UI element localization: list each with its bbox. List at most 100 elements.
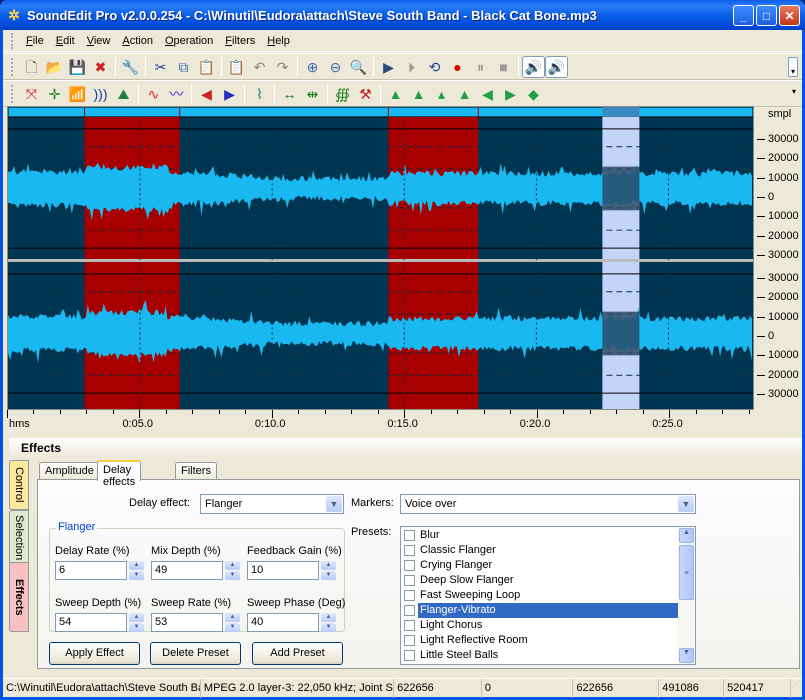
chevron-down-icon[interactable]: ▼ [326, 496, 342, 512]
toolbar-grip[interactable] [11, 57, 14, 76]
tab-amplitude[interactable]: Amplitude [39, 462, 100, 480]
preset-item[interactable]: Light Reflective Room [401, 633, 678, 648]
zoom-fit-button[interactable]: 🔍 [347, 56, 370, 78]
envelope-button[interactable]: ⌇ [248, 83, 271, 105]
preset-checkbox[interactable] [404, 575, 415, 586]
spin-up-icon[interactable]: ▲ [321, 613, 336, 622]
zoom-in-button[interactable]: ⊕ [301, 56, 324, 78]
compress-button[interactable]: ⇹ [301, 83, 324, 105]
sweep-phase-deg-input[interactable]: 40 [247, 613, 319, 632]
save-button[interactable]: 💾 [66, 56, 89, 78]
pause-button[interactable]: ⏸ [469, 56, 492, 78]
close-button[interactable]: ✕ [779, 5, 800, 26]
play-selection-button[interactable]: ⏵ [400, 56, 423, 78]
channel-swap-button[interactable]: ⤧ [20, 83, 43, 105]
copy-button[interactable]: ⧉ [172, 56, 195, 78]
time-ruler[interactable]: hms 0:05.0 0:10.0 0:15.0 0:20.0 0:25.0 [7, 410, 754, 436]
scroll-down-button[interactable]: ▼ [679, 648, 694, 663]
compress-dyn-button[interactable]: ▲ [453, 83, 476, 105]
preset-checkbox[interactable] [404, 620, 415, 631]
delete-preset-button[interactable]: Delete Preset [150, 642, 241, 665]
menu-view[interactable]: View [81, 35, 117, 47]
preset-item[interactable]: Deep Slow Flanger [401, 573, 678, 588]
feedback-gain-stepper[interactable]: ▲ ▼ [321, 561, 336, 580]
presets-list[interactable]: Blur Classic Flanger Crying Flanger Deep Sl… [400, 526, 696, 665]
scroll-up-button[interactable]: ▲ [679, 528, 694, 543]
resize-grip[interactable]: ⋰ [791, 679, 802, 697]
menu-operation[interactable]: Operation [159, 35, 219, 47]
sweep-depth-input[interactable]: 54 [55, 613, 127, 632]
close-file-button[interactable]: ✖ [89, 56, 112, 78]
preset-item[interactable]: Light Chorus [401, 618, 678, 633]
mix-button[interactable]: ⛰ [112, 83, 135, 105]
sweep-rate-input[interactable]: 53 [151, 613, 223, 632]
preset-checkbox[interactable] [404, 590, 415, 601]
minimize-button[interactable]: _ [733, 5, 754, 26]
normalize-button[interactable]: 📶 [66, 83, 89, 105]
presets-scrollbar[interactable]: ▲ ≡ ▼ [678, 527, 695, 664]
preset-item[interactable]: Crying Flanger [401, 558, 678, 573]
menu-edit[interactable]: Edit [50, 35, 81, 47]
preset-item[interactable]: Flanger-Vibrato [401, 603, 678, 618]
side-tab-control[interactable]: Control [9, 460, 29, 510]
tone-button[interactable]: 〰 [165, 83, 188, 105]
scroll-thumb[interactable]: ≡ [679, 545, 694, 600]
speaker-left-button[interactable]: 🔊 [522, 55, 545, 78]
echo-button[interactable]: ))) [89, 83, 112, 105]
cut-button[interactable]: ✂ [149, 56, 172, 78]
sweep-rate-stepper[interactable]: ▲ ▼ [225, 613, 240, 632]
preset-item[interactable]: Fast Sweeping Loop [401, 588, 678, 603]
preset-checkbox[interactable] [404, 650, 415, 661]
paste-button[interactable]: 📋 [195, 56, 218, 78]
mix-depth-input[interactable]: 49 [151, 561, 223, 580]
stop-button[interactable]: ■ [492, 56, 515, 78]
feedback-gain-input[interactable]: 10 [247, 561, 319, 580]
spin-up-icon[interactable]: ▲ [225, 561, 240, 570]
preset-item[interactable]: Classic Flanger [401, 543, 678, 558]
delay-rate-stepper[interactable]: ▲ ▼ [129, 561, 144, 580]
gate-button[interactable]: ▴ [430, 83, 453, 105]
zoom-out-button[interactable]: ⊖ [324, 56, 347, 78]
preset-checkbox[interactable] [404, 530, 415, 541]
preset-checkbox[interactable] [404, 545, 415, 556]
delay-rate-input[interactable]: 6 [55, 561, 127, 580]
tab-filters[interactable]: Filters [175, 462, 217, 480]
tools-button[interactable]: ⚒ [354, 83, 377, 105]
limit-button[interactable]: ▲ [407, 83, 430, 105]
fade-in-out-button[interactable]: ◆ [522, 83, 545, 105]
fade-out-button[interactable]: ▶ [499, 83, 522, 105]
new-file-button[interactable]: 🗋 [20, 56, 43, 78]
amplify-button[interactable]: ▲ [384, 83, 407, 105]
play-button[interactable]: ▶ [377, 56, 400, 78]
tab-delay-effects[interactable]: Delay effects [97, 460, 142, 488]
fade-in-button[interactable]: ◀ [476, 83, 499, 105]
spin-down-icon[interactable]: ▼ [225, 623, 240, 632]
spin-down-icon[interactable]: ▼ [321, 623, 336, 632]
mix-depth-stepper[interactable]: ▲ ▼ [225, 561, 240, 580]
redo-button[interactable]: ↷ [271, 56, 294, 78]
toolbar-grip[interactable] [11, 84, 14, 103]
paste-mix-button[interactable]: 📋 [225, 56, 248, 78]
side-tab-selection[interactable]: Selection [9, 510, 29, 565]
waveform-view[interactable] [7, 106, 754, 410]
spin-down-icon[interactable]: ▼ [129, 571, 144, 580]
spin-up-icon[interactable]: ▲ [129, 561, 144, 570]
preset-checkbox[interactable] [404, 560, 415, 571]
preset-item[interactable]: Little Steel Balls [401, 648, 678, 663]
side-tab-effects[interactable]: Effects [9, 562, 29, 632]
spin-down-icon[interactable]: ▼ [129, 623, 144, 632]
stretch-button[interactable]: ↔ [278, 83, 301, 105]
speaker-right-button[interactable]: 🔊 [545, 55, 568, 78]
menubar-grip[interactable] [11, 32, 14, 49]
menu-file[interactable]: File [20, 35, 50, 47]
menu-action[interactable]: Action [116, 35, 159, 47]
reverse-left-button[interactable]: ◀ [195, 83, 218, 105]
vocal-remove-button[interactable]: ∰ [331, 83, 354, 105]
toolbar-overflow-button[interactable]: ▾ [788, 57, 798, 77]
menu-help[interactable]: Help [261, 35, 296, 47]
apply-effect-button[interactable]: Apply Effect [49, 642, 140, 665]
spin-down-icon[interactable]: ▼ [225, 571, 240, 580]
spin-up-icon[interactable]: ▲ [321, 561, 336, 570]
record-button[interactable]: ● [446, 56, 469, 78]
add-preset-button[interactable]: Add Preset [252, 642, 343, 665]
